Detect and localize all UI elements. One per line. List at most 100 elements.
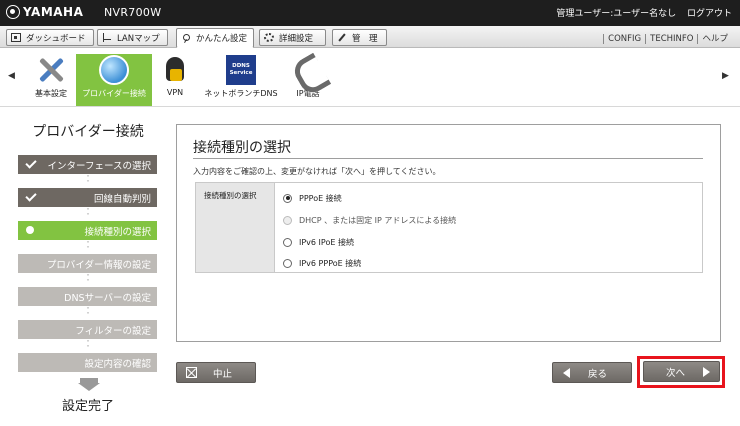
feature-nav: ◀ 基本設定 プロバイダー接続 VPN DDNS Service ネットボランチD… xyxy=(0,49,740,107)
page-title: 接続種別の選択 xyxy=(193,140,291,156)
chevron-down-icon: ˇˇ xyxy=(86,274,90,287)
nav-item-label: 基本設定 xyxy=(35,89,67,98)
option-label: IPv6 IPoE 接続 xyxy=(299,237,354,247)
next-button-label: 次へ xyxy=(666,367,686,379)
ddns-icon-text: DDNS xyxy=(232,63,250,69)
tab-management[interactable]: 管 理 xyxy=(332,29,387,46)
globe-icon xyxy=(99,55,129,85)
step-label: DNSサーバーの設定 xyxy=(64,292,151,304)
tab-label: LANマップ xyxy=(117,33,160,44)
logout-link[interactable]: ログアウト xyxy=(687,9,732,19)
wrench-icon xyxy=(337,33,347,42)
instruction-text: 入力内容をご確認の上、変更がなければ「次へ」を押してください。 xyxy=(193,167,441,176)
yamaha-logo-mark-icon xyxy=(6,5,20,19)
ddns-icon: DDNS Service xyxy=(226,55,256,85)
title-divider xyxy=(193,158,703,159)
tab-label: かんたん設定 xyxy=(196,34,248,44)
tab-advanced[interactable]: 詳細設定 xyxy=(259,29,326,46)
top-bar: YAMAHA NVR700W 管理ユーザー:ユーザー名なし ログアウト xyxy=(0,0,740,26)
wizard-final-step: 設定完了 xyxy=(61,399,114,414)
arrow-down-icon xyxy=(78,378,100,392)
help-link[interactable]: ヘルプ xyxy=(697,34,732,44)
next-button[interactable]: 次へ xyxy=(643,361,720,382)
ddns-icon-text: Service xyxy=(229,70,253,76)
step-line-detect: 回線自動判別 xyxy=(18,188,157,207)
easy-setup-icon xyxy=(181,33,191,43)
chevron-down-icon: ˇˇ xyxy=(86,208,90,221)
top-links: CONFIG TECHINFO ヘルプ xyxy=(603,32,732,44)
connection-type-form: 接続種別の選択 PPPoE 接続 DHCP 、または固定 IP アドレスによる接… xyxy=(195,182,703,273)
tab-dashboard[interactable]: ダッシュボード xyxy=(6,29,94,46)
chevron-down-icon: ˇˇ xyxy=(86,241,90,254)
option-label: DHCP 、または固定 IP アドレスによる接続 xyxy=(299,215,457,225)
wizard-title: プロバイダー接続 xyxy=(32,124,144,140)
nav-item-basic-settings[interactable]: 基本設定 xyxy=(28,55,74,105)
cancel-button[interactable]: 中止 xyxy=(176,362,256,383)
nav-item-vpn[interactable]: VPN xyxy=(156,55,194,105)
radio-ipv6-pppoe[interactable] xyxy=(283,258,292,268)
step-interface-select: インターフェースの選択 xyxy=(18,155,157,174)
back-button[interactable]: 戻る xyxy=(552,362,632,383)
step-dns-server: DNSサーバーの設定 xyxy=(18,287,157,306)
step-confirm: 設定内容の確認 xyxy=(18,353,157,372)
config-link[interactable]: CONFIG xyxy=(603,34,646,44)
triangle-right-icon xyxy=(703,366,711,377)
user-label: 管理ユーザー:ユーザー名なし xyxy=(556,9,677,19)
step-label: 接続種別の選択 xyxy=(84,226,151,238)
triangle-left-icon xyxy=(563,367,570,378)
radio-dhcp-static xyxy=(283,215,292,225)
nav-item-provider-connection[interactable]: プロバイダー接続 xyxy=(76,54,152,106)
nav-item-ip-phone[interactable]: IP電話 xyxy=(288,55,328,105)
dashboard-icon xyxy=(11,33,21,42)
nav-item-label: ネットボランチDNS xyxy=(204,89,278,98)
step-label: 回線自動判別 xyxy=(93,193,151,205)
close-icon xyxy=(186,367,197,378)
lan-map-icon xyxy=(102,33,112,42)
option-pppoe[interactable]: PPPoE 接続 xyxy=(283,191,342,205)
vpn-lock-icon xyxy=(160,55,190,85)
nav-item-label: プロバイダー接続 xyxy=(82,89,146,98)
step-provider-info: プロバイダー情報の設定 xyxy=(18,254,157,273)
cancel-button-label: 中止 xyxy=(213,368,233,380)
step-label: 設定内容の確認 xyxy=(84,358,151,370)
nav-next-arrow-icon[interactable]: ▶ xyxy=(722,71,729,81)
main-panel: 接続種別の選択 入力内容をご確認の上、変更がなければ「次へ」を押してください。 … xyxy=(176,124,721,342)
option-label: IPv6 PPPoE 接続 xyxy=(299,258,362,268)
radio-pppoe[interactable] xyxy=(283,193,292,203)
yamaha-logo: YAMAHA xyxy=(6,5,83,19)
tab-lan-map[interactable]: LANマップ xyxy=(97,29,168,46)
step-label: インターフェースの選択 xyxy=(47,160,151,172)
tab-label: 管 理 xyxy=(352,33,378,44)
field-label: 接続種別の選択 xyxy=(196,183,275,272)
radio-ipv6-ipoe[interactable] xyxy=(283,237,292,247)
tools-icon xyxy=(36,55,66,85)
user-info: 管理ユーザー:ユーザー名なし ログアウト xyxy=(556,6,732,19)
model-name: NVR700W xyxy=(104,6,162,19)
check-icon xyxy=(25,157,37,169)
check-icon xyxy=(25,190,37,202)
tab-bar: ダッシュボード LANマップ かんたん設定 詳細設定 管 理 CONFIG TEC… xyxy=(0,26,740,48)
tab-label: ダッシュボード xyxy=(26,33,86,44)
option-ipv6-pppoe[interactable]: IPv6 PPPoE 接続 xyxy=(283,256,361,270)
step-label: フィルターの設定 xyxy=(75,325,151,337)
option-dhcp-static: DHCP 、または固定 IP アドレスによる接続 xyxy=(283,213,456,227)
gear-icon xyxy=(264,33,274,42)
step-connection-type: 接続種別の選択 xyxy=(18,221,157,240)
chevron-down-icon: ˇˇ xyxy=(86,175,90,188)
techinfo-link[interactable]: TECHINFO xyxy=(645,34,698,44)
tab-easy-setup[interactable]: かんたん設定 xyxy=(176,28,254,48)
chevron-down-icon: ˇˇ xyxy=(86,340,90,353)
step-filter: フィルターの設定 xyxy=(18,320,157,339)
phone-icon xyxy=(293,55,323,85)
step-label: プロバイダー情報の設定 xyxy=(46,259,151,271)
option-ipv6-ipoe[interactable]: IPv6 IPoE 接続 xyxy=(283,235,354,249)
back-button-label: 戻る xyxy=(588,368,608,380)
chevron-down-icon: ˇˇ xyxy=(86,307,90,320)
nav-item-netvolante-dns[interactable]: DDNS Service ネットボランチDNS xyxy=(200,55,282,105)
nav-prev-arrow-icon[interactable]: ◀ xyxy=(8,71,15,81)
option-label: PPPoE 接続 xyxy=(299,193,342,203)
current-dot-icon xyxy=(26,225,34,234)
tab-label: 詳細設定 xyxy=(279,33,314,44)
brand-name: YAMAHA xyxy=(23,5,84,19)
nav-item-label: VPN xyxy=(166,88,184,97)
